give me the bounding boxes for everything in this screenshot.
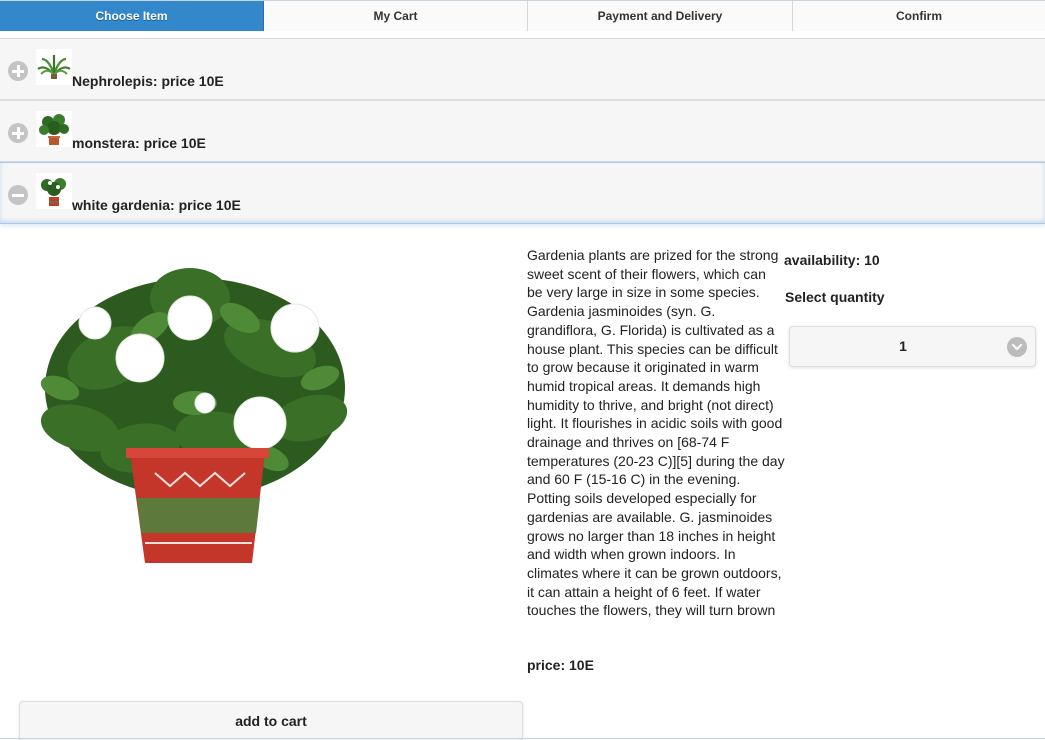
fern-thumbnail-icon [36,49,72,85]
tab-payment-and-delivery[interactable]: Payment and Delivery [528,1,793,31]
item-row-monstera[interactable]: monstera: price 10E [0,100,1045,162]
select-quantity-label: Select quantity [785,289,885,305]
tab-confirm[interactable]: Confirm [793,1,1045,31]
product-description: Gardenia plants are prized for the stron… [527,247,785,619]
quantity-value: 1 [899,338,907,354]
gardenia-product-image [20,238,370,578]
tab-my-cart[interactable]: My Cart [264,1,528,31]
bottom-divider [0,738,1045,739]
item-title: white gardenia: price 10E [72,197,241,213]
item-title: monstera: price 10E [72,135,206,151]
chevron-down-icon [1007,337,1027,357]
item-title: Nephrolepis: price 10E [72,73,224,89]
plus-icon [8,123,28,143]
plus-icon [8,61,28,81]
availability-label: availability: 10 [784,252,880,268]
gardenia-thumbnail-icon [36,173,72,209]
item-row-nephrolepis[interactable]: Nephrolepis: price 10E [0,38,1045,100]
item-row-white-gardenia[interactable]: white gardenia: price 10E [0,162,1045,224]
wizard-tabs: Choose Item My Cart Payment and Delivery… [0,0,1045,31]
minus-icon [8,185,28,205]
tab-choose-item[interactable]: Choose Item [0,1,264,31]
add-to-cart-button[interactable]: add to cart [19,701,523,740]
product-price: price: 10E [527,657,594,673]
quantity-select[interactable]: 1 [789,326,1036,367]
monstera-thumbnail-icon [36,111,72,147]
